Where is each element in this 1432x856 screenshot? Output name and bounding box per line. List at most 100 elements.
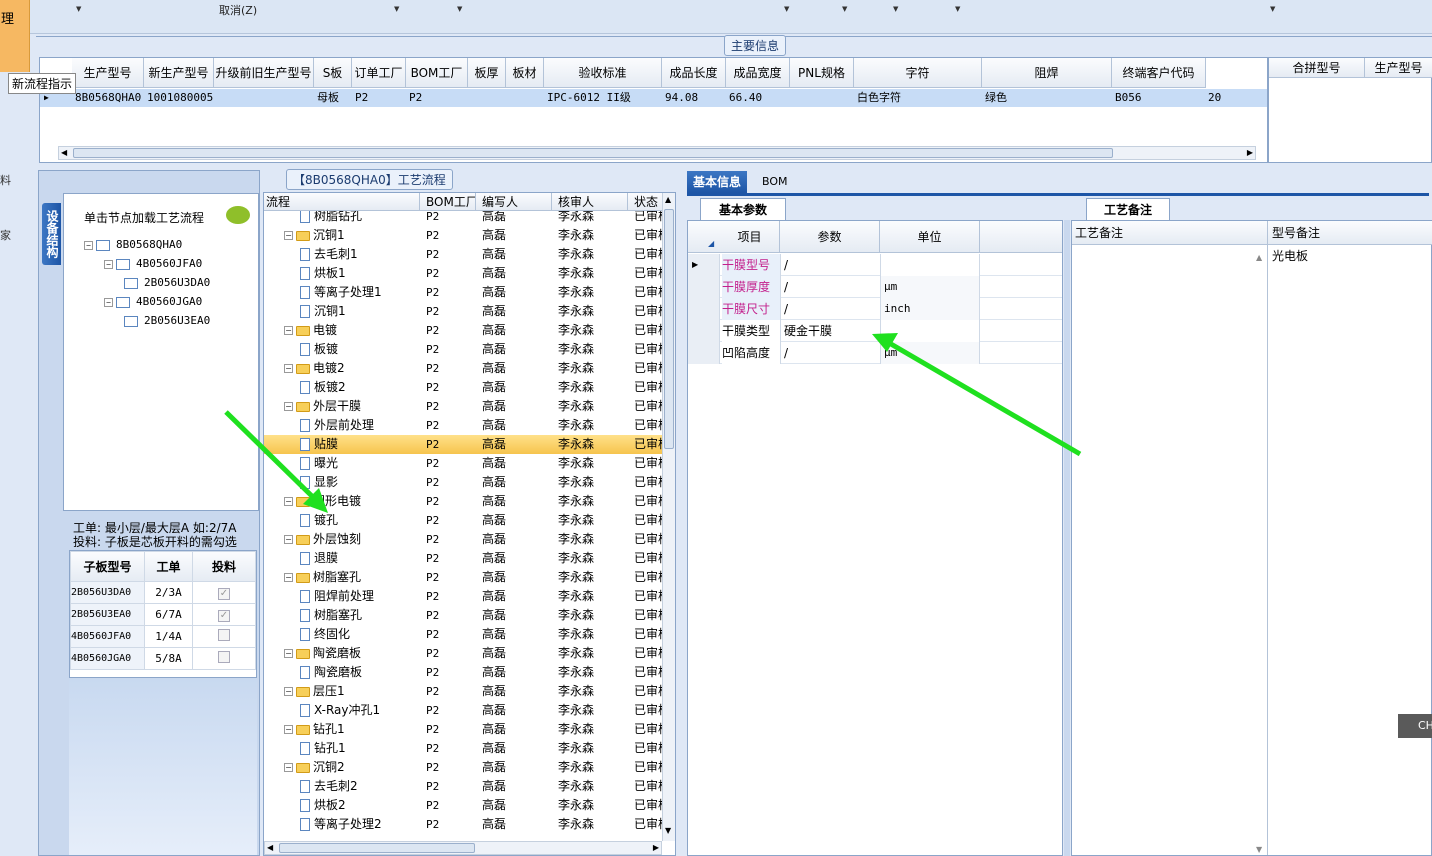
process-row[interactable]: 去毛刺2 P2 高磊 李永森 已审核: [264, 777, 662, 796]
column-header[interactable]: 终端客户代码: [1112, 58, 1206, 88]
column-header[interactable]: 字符: [854, 58, 982, 88]
table-cell[interactable]: [217, 89, 313, 107]
process-row[interactable]: 镀孔 P2 高磊 李永森 已审核: [264, 511, 662, 530]
scroll-thumb[interactable]: [279, 843, 475, 853]
collapse-icon[interactable]: −: [284, 763, 293, 772]
column-header[interactable]: 阻焊: [982, 58, 1112, 88]
tree-node[interactable]: − 4B0560JFA0: [104, 257, 202, 270]
column-header[interactable]: 生产型号: [1365, 58, 1432, 78]
param-value[interactable]: /: [780, 254, 880, 276]
scroll-down-icon[interactable]: ▼: [665, 826, 671, 835]
model-remark-value[interactable]: 光电板: [1272, 247, 1308, 264]
param-row[interactable]: ▶ 干膜型号 /: [688, 254, 1062, 276]
column-header[interactable]: 订单工厂: [352, 58, 406, 88]
process-row[interactable]: − 树脂塞孔 P2 高磊 李永森 已审核: [264, 568, 662, 587]
param-unit[interactable]: inch: [880, 298, 980, 320]
collapse-icon[interactable]: −: [284, 497, 293, 506]
param-row[interactable]: 干膜类型 硬金干膜: [688, 320, 1062, 342]
collapse-icon[interactable]: −: [104, 259, 113, 269]
column-header[interactable]: 项目: [720, 221, 780, 253]
sub-board-order[interactable]: 1/4A: [144, 625, 193, 648]
process-row[interactable]: 板镀2 P2 高磊 李永森 已审核: [264, 378, 662, 397]
table-row[interactable]: 2B056U3DA0 2/3A ✓: [70, 581, 256, 604]
param-value[interactable]: 硬金干膜: [780, 320, 880, 342]
tab-bom[interactable]: BOM: [762, 171, 788, 193]
scroll-thumb[interactable]: [664, 209, 674, 449]
column-header[interactable]: 投料: [192, 551, 256, 582]
scroll-thumb[interactable]: [73, 148, 1113, 158]
table-cell[interactable]: B056: [1115, 89, 1205, 107]
table-cell[interactable]: 母板: [317, 89, 351, 107]
process-row[interactable]: 阻焊前处理 P2 高磊 李永森 已审核: [264, 587, 662, 606]
process-row[interactable]: 显影 P2 高磊 李永森 已审核: [264, 473, 662, 492]
collapse-icon[interactable]: −: [284, 649, 293, 658]
table-cell[interactable]: 8B0568QHA0: [75, 89, 143, 107]
tree-node[interactable]: 2B056U3EA0: [124, 314, 210, 327]
sub-board-model[interactable]: 4B0560JFA0: [70, 625, 145, 648]
process-row[interactable]: − 沉铜1 P2 高磊 李永森 已审核: [264, 226, 662, 245]
floating-ime-toolbar[interactable]: CH: [1398, 714, 1432, 738]
process-row[interactable]: 终固化 P2 高磊 李永森 已审核: [264, 625, 662, 644]
column-header[interactable]: 核审人: [552, 193, 628, 211]
table-row[interactable]: 2B056U3EA0 6/7A ✓: [70, 603, 256, 626]
collapse-icon[interactable]: −: [284, 573, 293, 582]
scroll-left-icon[interactable]: ◀: [267, 842, 273, 854]
sub-board-model[interactable]: 2B056U3EA0: [70, 603, 145, 626]
process-row[interactable]: 等离子处理1 P2 高磊 李永森 已审核: [264, 283, 662, 302]
process-row[interactable]: 烘板1 P2 高磊 李永森 已审核: [264, 264, 662, 283]
process-row[interactable]: 退膜 P2 高磊 李永森 已审核: [264, 549, 662, 568]
process-remark-field[interactable]: [1072, 245, 1268, 855]
collapse-icon[interactable]: −: [284, 725, 293, 734]
column-header[interactable]: PNL规格: [790, 58, 854, 88]
table-cell[interactable]: IPC-6012 II级: [547, 89, 661, 107]
collapse-icon[interactable]: −: [284, 231, 293, 240]
column-header[interactable]: 工艺备注: [1072, 221, 1268, 245]
tab-process-remark[interactable]: 工艺备注: [1086, 198, 1170, 220]
param-row[interactable]: 干膜厚度 / μm: [688, 276, 1062, 298]
feed-checkbox[interactable]: ✓: [218, 588, 230, 600]
column-header[interactable]: 成品长度: [662, 58, 726, 88]
scroll-right-icon[interactable]: ▶: [653, 842, 659, 854]
collapse-icon[interactable]: −: [284, 535, 293, 544]
column-header[interactable]: 流程: [264, 193, 420, 211]
process-row[interactable]: − 沉铜2 P2 高磊 李永森 已审核: [264, 758, 662, 777]
collapse-icon[interactable]: −: [284, 326, 293, 335]
cancel-button[interactable]: 取消(Z): [219, 2, 257, 18]
tab-basic-params[interactable]: 基本参数: [700, 198, 786, 220]
process-row[interactable]: 陶瓷磨板 P2 高磊 李永森 已审核: [264, 663, 662, 682]
column-header[interactable]: 板材: [506, 58, 544, 88]
sub-board-order[interactable]: 2/3A: [144, 581, 193, 604]
table-cell[interactable]: 10010800053681: [147, 89, 213, 107]
sub-board-order[interactable]: 5/8A: [144, 647, 193, 670]
collapse-icon[interactable]: −: [84, 240, 93, 250]
param-unit[interactable]: μm: [880, 276, 980, 298]
sub-board-order[interactable]: 6/7A: [144, 603, 193, 626]
process-row[interactable]: 树脂钻孔 P2 高磊 李永森 已审核: [264, 211, 662, 226]
column-header[interactable]: 工单: [144, 551, 193, 582]
column-header[interactable]: 单位: [880, 221, 980, 253]
tab-basic-info[interactable]: 基本信息: [687, 171, 748, 193]
tree-node[interactable]: − 4B0560JGA0: [104, 295, 202, 308]
column-header[interactable]: 新生产型号: [144, 58, 214, 88]
column-header[interactable]: 型号备注: [1268, 221, 1432, 245]
table-cell[interactable]: P2: [409, 89, 467, 107]
column-header[interactable]: BOM工厂: [420, 193, 476, 211]
param-value[interactable]: /: [780, 276, 880, 298]
column-header[interactable]: BOM工厂: [406, 58, 468, 88]
process-row[interactable]: 烘板2 P2 高磊 李永森 已审核: [264, 796, 662, 815]
column-header[interactable]: 子板型号: [70, 551, 145, 582]
table-row[interactable]: 4B0560JFA0 1/4A: [70, 625, 256, 648]
param-value[interactable]: /: [780, 342, 880, 364]
feed-checkbox[interactable]: [218, 629, 230, 641]
dropdown-arrow-icon[interactable]: ▼: [457, 5, 462, 13]
process-row[interactable]: − 电镀 P2 高磊 李永森 已审核: [264, 321, 662, 340]
process-row[interactable]: 去毛刺1 P2 高磊 李永森 已审核: [264, 245, 662, 264]
feed-checkbox[interactable]: ✓: [218, 610, 230, 622]
process-row[interactable]: − 电镀2 P2 高磊 李永森 已审核: [264, 359, 662, 378]
param-value[interactable]: /: [780, 298, 880, 320]
process-row[interactable]: − 钻孔1 P2 高磊 李永森 已审核: [264, 720, 662, 739]
process-row[interactable]: − 陶瓷磨板 P2 高磊 李永森 已审核: [264, 644, 662, 663]
column-header[interactable]: 生产型号: [72, 58, 144, 88]
process-row[interactable]: − 外层蚀刻 P2 高磊 李永森 已审核: [264, 530, 662, 549]
process-row[interactable]: 曝光 P2 高磊 李永森 已审核: [264, 454, 662, 473]
